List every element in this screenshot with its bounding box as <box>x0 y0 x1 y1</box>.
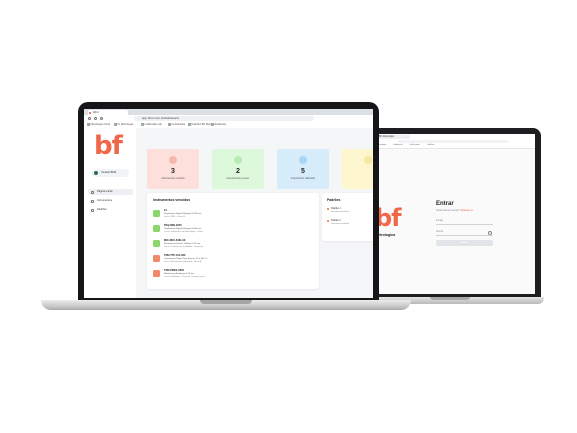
stat-card-a-vencer[interactable]: 2 Instrumentos a vencer <box>212 149 264 189</box>
stat-value: 2 <box>236 168 240 175</box>
bookmark[interactable]: Calibração <box>393 144 403 147</box>
stat-value: 3 <box>171 168 175 175</box>
laptop-left-screen: bfmt app.bfmt.com.br/dashboard Metrologi… <box>84 109 373 298</box>
instrument-icon <box>153 270 160 277</box>
bookmark[interactable]: Metrologia Cloud <box>87 123 110 127</box>
padrao-title[interactable]: Padrão 2 <box>331 219 341 222</box>
status-dot-icon <box>327 220 329 222</box>
stat-label: Instrumentos vencidos <box>161 178 185 180</box>
address-bar[interactable] <box>398 139 508 143</box>
stat-card-extra[interactable] <box>342 149 373 189</box>
status-dot-icon <box>327 208 329 210</box>
instrument-location: Local: Controle de Qualidade - Inspeção <box>164 245 204 248</box>
alert-icon <box>169 156 177 164</box>
instrument-location: Local: Laboratório de Metrologia - Sala … <box>164 230 204 233</box>
stat-label: Instrumentos a vencer <box>226 178 250 180</box>
instrument-location: Local: Manutenção Industrial - Setor B <box>164 260 202 263</box>
bookmark[interactable]: Padrões BF Metro <box>188 123 213 127</box>
panel-title: Padrões <box>327 198 341 202</box>
padrao-sub: Vencimento próximo <box>331 223 350 225</box>
instrument-icon <box>153 255 160 262</box>
signup-link[interactable]: Cadastre-se <box>460 209 473 212</box>
stat-value: 5 <box>301 168 305 175</box>
stat-label: Instrumentos calibrados <box>290 178 316 180</box>
email-field[interactable]: E-mail <box>436 218 493 225</box>
sidebar-item-home[interactable]: Página inicial <box>88 189 133 195</box>
stat-card-vencidos[interactable]: 3 Instrumentos vencidos <box>147 149 199 189</box>
instrument-location: Local: PRD - Linha 02 <box>164 215 186 218</box>
bookmark-icon <box>168 123 171 126</box>
bookmark-icon <box>188 123 191 126</box>
instrument-location: Local: Utilidades - Casa de Compressores <box>164 275 205 278</box>
login-title: Entrar <box>436 201 454 207</box>
check-icon <box>299 156 307 164</box>
browser-chrome: BF Metrologia Metrologia Calibração Cert… <box>373 134 535 149</box>
padroes-panel: Padrões Padrão 1 Vencimento próximo Padr… <box>322 193 373 241</box>
forward-icon[interactable] <box>94 117 97 120</box>
bookmark-icon <box>141 123 144 126</box>
eye-icon[interactable] <box>487 231 492 235</box>
instrument-desc: Paquímetro Digital Mitutoyo 0-150 mm <box>164 212 202 215</box>
brand-logo: bf <box>94 131 123 161</box>
bookmark[interactable]: Certificados <box>409 144 420 147</box>
info-icon <box>364 156 372 164</box>
panel-title: Instrumentos vencidos <box>153 198 191 202</box>
bookmark[interactable]: Relatórios <box>211 123 226 127</box>
list-item[interactable]: TRN-PRES-0332 Manômetro Analógico 0-10 b… <box>153 268 313 282</box>
clock-icon <box>234 156 242 164</box>
home-icon <box>91 190 94 194</box>
sidebar-item-instrumentos[interactable]: Instrumentos <box>88 198 133 204</box>
back-icon[interactable] <box>88 117 91 120</box>
login-button[interactable]: Entrar <box>436 240 493 246</box>
bookmark[interactable]: Calibração Lab <box>141 123 162 127</box>
reload-icon[interactable] <box>100 117 103 120</box>
login-subtitle-text: Ainda não tem conta? <box>436 209 460 212</box>
bookmark[interactable]: Certificados <box>168 123 185 127</box>
sidebar-item-padroes[interactable]: Padrões <box>88 207 133 213</box>
laptop-right-notch <box>430 297 470 300</box>
list-item[interactable]: 21 Paquímetro Digital Mitutoyo 0-150 mm … <box>153 208 313 222</box>
instrument-desc: Micrômetro Externo Tubular 0-25 mm <box>164 242 201 245</box>
stat-card-calibrados[interactable]: 5 Instrumentos calibrados <box>277 149 329 189</box>
bookmark-icon <box>114 123 117 126</box>
password-field[interactable]: Senha <box>436 229 493 236</box>
instrument-desc: Paquímetro Digital Mitutoyo 0-200 mm <box>164 227 202 230</box>
laptop-left-notch <box>200 300 252 304</box>
bookmark-icon <box>87 123 90 126</box>
sidebar-item-label: Instrumentos <box>97 199 112 202</box>
instrument-icon <box>153 225 160 232</box>
list-item[interactable]: PAQ-MIN-3345 Paquímetro Digital Mitutoyo… <box>153 223 313 237</box>
gauge-icon <box>91 199 94 203</box>
sidebar-item-label: Página inicial <box>97 190 113 193</box>
bookmark-icon <box>211 123 214 126</box>
favicon-icon <box>89 111 91 114</box>
laptop-right-screen: BF Metrologia Metrologia Calibração Cert… <box>373 134 535 294</box>
bookmark[interactable]: IG Metrologia <box>114 123 133 127</box>
tab-title: bfmt <box>93 110 99 114</box>
instrument-icon <box>153 240 160 247</box>
instruments-panel: Instrumentos vencidos 21 Paquímetro Digi… <box>147 193 319 289</box>
ruler-icon <box>91 208 94 212</box>
instrument-desc: Termômetro Digital Tipo Espeto -50 a 300… <box>164 257 208 260</box>
password-placeholder: Senha <box>436 230 443 233</box>
login-subtitle: Ainda não tem conta? Cadastre-se <box>436 209 473 212</box>
list-item[interactable]: TRN-TTP-101-002 Termômetro Digital Tipo … <box>153 253 313 267</box>
main-content: 3 Instrumentos vencidos 2 Instrumentos a… <box>136 128 373 298</box>
instrument-icon <box>153 210 160 217</box>
address-bar[interactable]: app.bfmt.com.br/dashboard <box>134 116 314 121</box>
sidebar-item-label: Padrões <box>97 208 107 211</box>
instrument-desc: Manômetro Analógico 0-10 bar <box>164 272 194 275</box>
avatar <box>94 171 98 175</box>
padrao-sub: Vencimento próximo <box>331 211 350 213</box>
browser-tab[interactable]: BF Metrologia <box>376 135 410 139</box>
bookmark[interactable]: Padrões <box>427 144 434 147</box>
padrao-title[interactable]: Padrão 1 <box>331 207 341 210</box>
list-item[interactable]: MIC-RES-6431-00 Micrômetro Externo Tubul… <box>153 238 313 252</box>
